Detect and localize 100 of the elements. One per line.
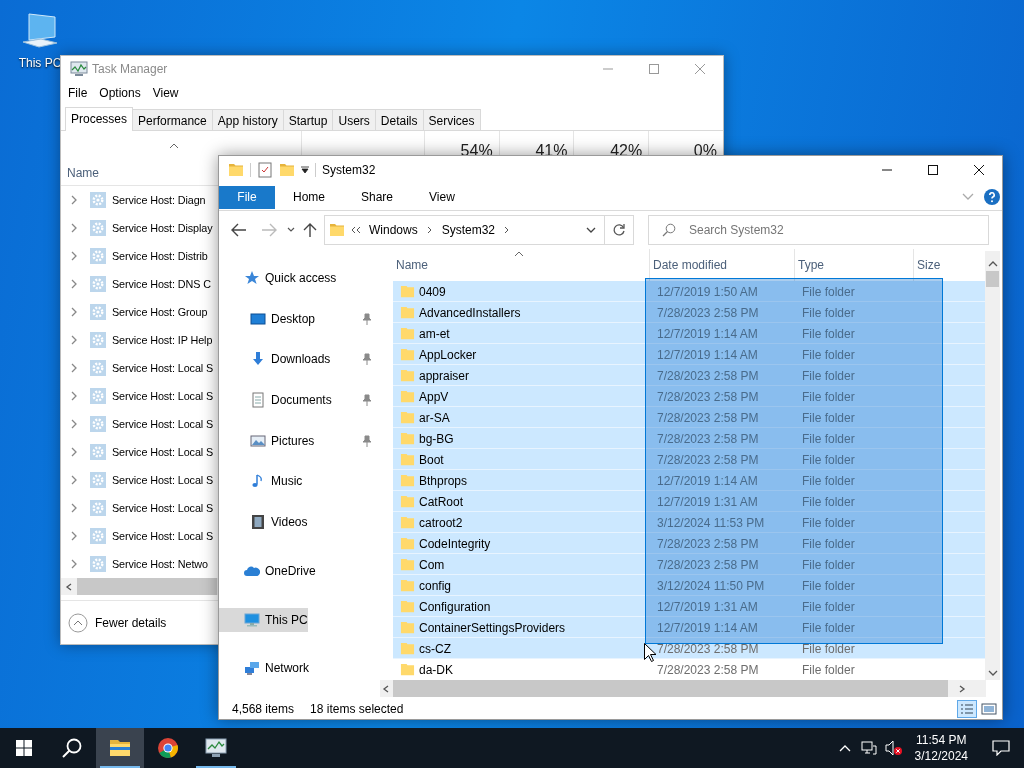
back-arrow-icon[interactable] [231,223,247,237]
clock-time[interactable]: 11:54 PM [916,732,967,748]
nav-label[interactable]: Desktop [271,309,316,328]
search-field[interactable]: Search System32 [648,215,989,245]
nav-label[interactable]: Quick access [265,269,337,287]
nav-label[interactable]: This PC [265,610,308,629]
dropdown-caret-icon[interactable] [301,166,309,174]
chevron-icon[interactable] [70,391,78,401]
tab[interactable]: Performance [132,109,213,130]
chevron-icon[interactable] [426,226,433,234]
maximize-icon[interactable] [928,165,938,175]
process-name[interactable]: Service Host: Group [112,303,208,321]
expand-ribbon-icon[interactable] [962,193,974,201]
details-view-icon[interactable] [957,699,977,718]
nav-item[interactable]: Pictures [219,428,315,453]
file-row[interactable]: cs-CZ 7/28/2023 2:58 PM File folder [393,638,986,659]
file-row[interactable]: am-et 12/7/2019 1:14 AM File folder [393,323,986,344]
ribbon-tab[interactable]: View [411,185,473,209]
process-name[interactable]: Service Host: Distrib [112,247,208,265]
close-icon[interactable] [974,165,984,175]
process-name[interactable]: Service Host: Local S [112,443,214,461]
chevron-icon[interactable] [70,195,78,205]
file-menu-button[interactable]: File [219,185,275,209]
process-name[interactable]: Service Host: Netwo [112,555,208,573]
process-name[interactable]: Service Host: Local S [112,415,214,433]
windows-logo-icon[interactable] [16,740,32,756]
chevron-icon[interactable] [70,531,78,541]
file-row[interactable]: ContainerSettingsProviders 12/7/2019 1:14 AM File folder [393,617,986,638]
notification-icon[interactable] [992,740,1010,756]
chevron-icon[interactable] [70,503,78,513]
file-row[interactable]: Boot 7/28/2023 2:58 PM File folder [393,449,986,470]
nav-item[interactable]: Quick access [219,266,337,290]
file-row[interactable]: catroot2 3/12/2024 11:53 PM File folder [393,512,986,533]
file-row[interactable]: AppLocker 12/7/2019 1:14 AM File folder [393,344,986,365]
ribbon-tab[interactable]: Share [343,185,412,209]
chevron-icon[interactable] [70,475,78,485]
file-row[interactable]: Com 7/28/2023 2:58 PM File folder [393,554,986,575]
process-name[interactable]: Service Host: IP Help [112,331,213,349]
menu-item[interactable]: Options [93,84,147,102]
pin-icon[interactable] [362,312,372,325]
process-name[interactable]: Service Host: DNS C [112,275,211,293]
scroll-down-icon[interactable] [987,668,998,678]
search-icon[interactable] [62,738,82,758]
nav-item[interactable]: Documents [219,388,332,413]
column-header[interactable]: Date modified [653,256,728,274]
clock-date[interactable]: 3/12/2024 [914,748,968,764]
taskbar-button[interactable] [96,728,144,768]
dropdown-caret-icon[interactable] [586,227,596,233]
chevron-icon[interactable] [70,251,78,261]
scroll-up-icon[interactable] [987,259,998,269]
column-header[interactable]: Name [67,164,99,182]
pin-icon[interactable] [362,353,372,366]
volume-muted-icon[interactable] [884,740,903,756]
nav-label[interactable]: Videos [271,513,308,532]
nav-item[interactable]: OneDrive [219,558,316,583]
file-row[interactable]: CodeIntegrity 7/28/2023 2:58 PM File folder [393,533,986,554]
refresh-button[interactable] [604,215,634,245]
nav-item[interactable]: Music [219,469,303,494]
large-icons-view-icon[interactable] [980,700,998,717]
pin-icon[interactable] [362,434,372,447]
tab[interactable]: Details [374,109,424,130]
nav-item[interactable]: This PC [219,607,308,632]
nav-label[interactable]: Music [271,472,303,491]
chevron-icon[interactable] [504,226,511,234]
breadcrumb-link[interactable]: System32 [441,221,496,239]
chevron-icon[interactable] [70,307,78,317]
tab[interactable]: Users [332,109,376,130]
breadcrumb-link[interactable]: Windows [369,221,418,239]
process-name[interactable]: Service Host: Local S [112,527,214,545]
tab[interactable]: Startup [282,109,334,130]
file-row[interactable]: AppV 7/28/2023 2:58 PM File folder [393,386,986,407]
scrollbar-thumb[interactable] [986,271,999,287]
file-row[interactable]: AdvancedInstallers 7/28/2023 2:58 PM File folder [393,302,986,323]
chevron-icon[interactable] [70,559,78,569]
up-arrow-icon[interactable] [303,222,317,238]
recent-locations-icon[interactable] [287,227,295,233]
chevron-icon[interactable] [70,419,78,429]
nav-label[interactable]: Documents [271,391,332,410]
address-bar[interactable]: Windows System32 [324,215,605,245]
process-name[interactable]: Service Host: Local S [112,387,214,405]
scrollbar-thumb[interactable] [393,680,948,697]
file-row[interactable]: CatRoot 12/7/2019 1:31 AM File folder [393,491,986,512]
menu-item[interactable]: View [146,84,185,102]
file-row[interactable]: 0409 12/7/2019 1:50 AM File folder [393,281,986,302]
nav-item[interactable]: Desktop [219,306,316,331]
fewer-details-link[interactable]: Fewer details [95,613,167,632]
file-row[interactable]: Configuration 12/7/2019 1:31 AM File folder [393,596,986,617]
nav-label[interactable]: Downloads [271,350,331,369]
file-row[interactable]: appraiser 7/28/2023 2:58 PM File folder [393,365,986,386]
new-folder-icon[interactable] [279,162,295,178]
column-header[interactable]: Name [396,256,428,274]
file-row[interactable]: da-DK 7/28/2023 2:58 PM File folder [393,659,986,680]
process-name[interactable]: Service Host: Local S [112,359,214,377]
chevron-icon[interactable] [70,447,78,457]
nav-item[interactable]: Network [219,656,309,681]
nav-label[interactable]: OneDrive [265,561,316,580]
help-icon[interactable] [984,189,1000,205]
tab[interactable]: Services [422,109,481,130]
tab[interactable]: Processes [65,107,134,131]
forward-arrow-icon[interactable] [261,223,277,237]
